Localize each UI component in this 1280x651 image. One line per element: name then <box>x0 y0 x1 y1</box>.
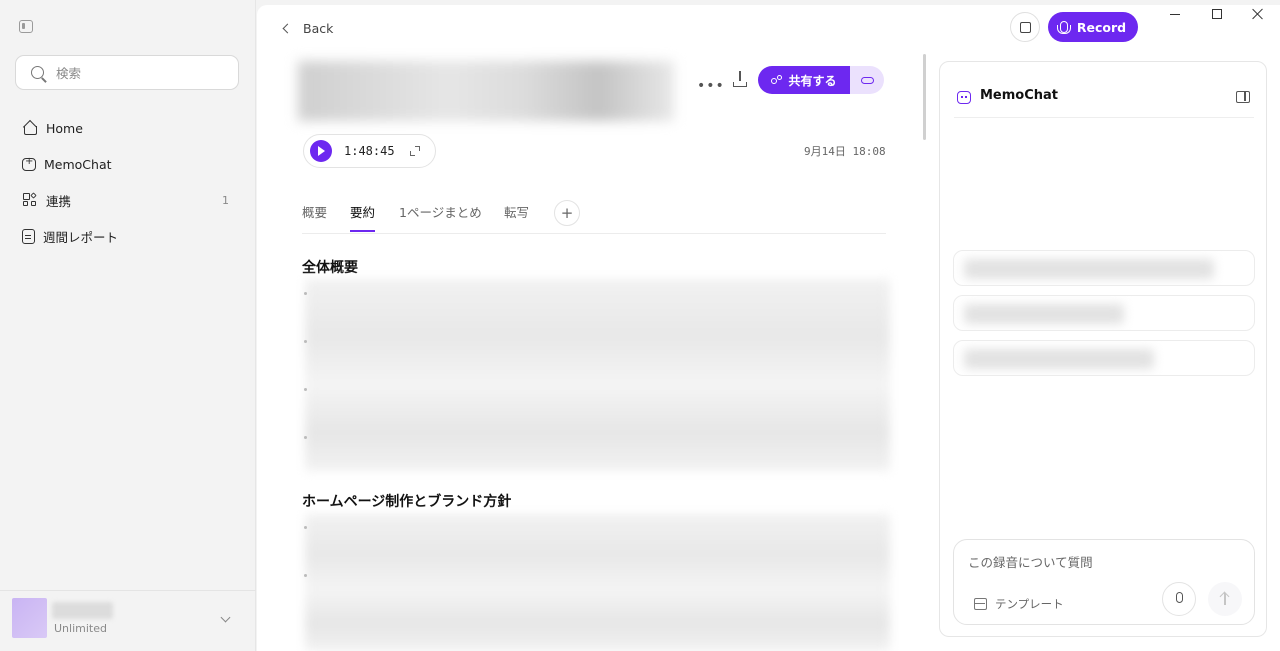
suggestion-redacted[interactable] <box>953 340 1255 376</box>
add-tab-button[interactable]: + <box>554 200 580 226</box>
edit-icon <box>1020 22 1031 33</box>
bullet <box>304 292 307 295</box>
link-icon <box>860 76 874 84</box>
chat-input-box: テンプレート <box>953 539 1255 625</box>
sidebar-item-label: 週間レポート <box>43 229 119 245</box>
bullet <box>304 574 307 577</box>
sidebar-item-integrations[interactable]: 連携 1 <box>15 185 239 215</box>
back-button[interactable]: Back <box>282 18 334 38</box>
home-icon <box>22 120 38 136</box>
tab-summary[interactable]: 要約 <box>350 202 376 232</box>
account-footer[interactable]: Unlimited <box>0 590 256 651</box>
tab-one-page[interactable]: 1ページまとめ <box>399 202 482 232</box>
bullet <box>304 340 307 343</box>
voice-input-button[interactable] <box>1162 582 1196 616</box>
chat-title: MemoChat <box>980 88 1059 103</box>
share-button[interactable]: 共有する <box>758 66 850 94</box>
bullet <box>304 388 307 391</box>
summary-text-redacted <box>305 514 890 651</box>
section-title: ホームページ制作とブランド方針 <box>302 494 512 510</box>
mic-icon <box>1176 592 1183 603</box>
sidebar-item-label: 連携 <box>46 193 72 209</box>
memochat-panel: MemoChat テンプレート <box>939 61 1267 637</box>
share-label: 共有する <box>788 73 837 88</box>
content-tabs: 概要 要約 1ページまとめ 転写 + <box>302 200 886 234</box>
chevron-left-icon <box>282 23 293 33</box>
expand-icon[interactable] <box>409 146 420 156</box>
suggestion-redacted[interactable] <box>953 250 1255 286</box>
sidebar-item-weekly-report[interactable]: 週間レポート <box>15 221 239 251</box>
scrollbar[interactable] <box>923 54 926 140</box>
share-group: 共有する <box>758 66 884 94</box>
copy-link-button[interactable] <box>850 66 884 94</box>
audio-player: 1:48:45 <box>303 134 436 168</box>
sidebar-item-count: 1 <box>222 193 229 207</box>
panel-toggle-icon[interactable] <box>1236 91 1250 103</box>
sidebar: Home MemoChat 連携 1 週間レポート Unlimited <box>0 0 256 651</box>
sidebar-item-label: MemoChat <box>44 156 112 172</box>
window-maximize-icon[interactable] <box>1212 9 1222 19</box>
template-icon <box>974 598 987 610</box>
record-button[interactable]: Record <box>1048 12 1138 42</box>
bullet <box>304 526 307 529</box>
more-options-icon[interactable]: ••• <box>697 78 725 94</box>
summary-text-redacted <box>305 279 890 471</box>
template-button[interactable]: テンプレート <box>974 596 1064 612</box>
sidebar-item-memochat[interactable]: MemoChat <box>15 149 239 179</box>
edit-note-button[interactable] <box>1010 12 1040 42</box>
plan-label: Unlimited <box>54 622 107 635</box>
search-icon <box>31 66 44 79</box>
chat-icon <box>22 156 36 171</box>
suggestion-redacted[interactable] <box>953 295 1255 331</box>
mic-icon <box>1056 21 1071 34</box>
search-box[interactable] <box>15 55 239 90</box>
section-title: 全体概要 <box>302 260 358 276</box>
search-input[interactable] <box>56 63 226 83</box>
sidebar-item-home[interactable]: Home <box>15 113 239 143</box>
window-close-icon[interactable] <box>1252 8 1264 20</box>
download-icon[interactable] <box>733 71 747 87</box>
play-button[interactable] <box>310 140 332 162</box>
template-label: テンプレート <box>995 597 1064 611</box>
memochat-icon <box>957 91 971 104</box>
chevron-down-icon[interactable] <box>220 612 231 623</box>
tab-overview[interactable]: 概要 <box>302 202 327 232</box>
recording-title-redacted <box>298 61 674 121</box>
bullet <box>304 436 307 439</box>
back-label: Back <box>303 20 334 36</box>
integrations-icon <box>22 192 38 208</box>
tab-transcript[interactable]: 転写 <box>504 202 529 232</box>
sidebar-toggle-icon[interactable] <box>19 20 33 33</box>
duration: 1:48:45 <box>344 144 395 158</box>
chat-input[interactable] <box>968 552 1238 574</box>
send-button[interactable] <box>1208 582 1242 616</box>
window-minimize-icon[interactable] <box>1170 14 1180 15</box>
username-redacted <box>52 602 113 619</box>
share-icon <box>771 74 783 86</box>
record-label: Record <box>1076 19 1127 35</box>
recording-date: 9月14日 18:08 <box>804 145 886 158</box>
avatar <box>12 598 47 638</box>
sidebar-item-label: Home <box>46 120 83 136</box>
divider <box>954 117 1254 118</box>
report-icon <box>22 228 35 244</box>
arrow-up-icon <box>1224 593 1226 605</box>
